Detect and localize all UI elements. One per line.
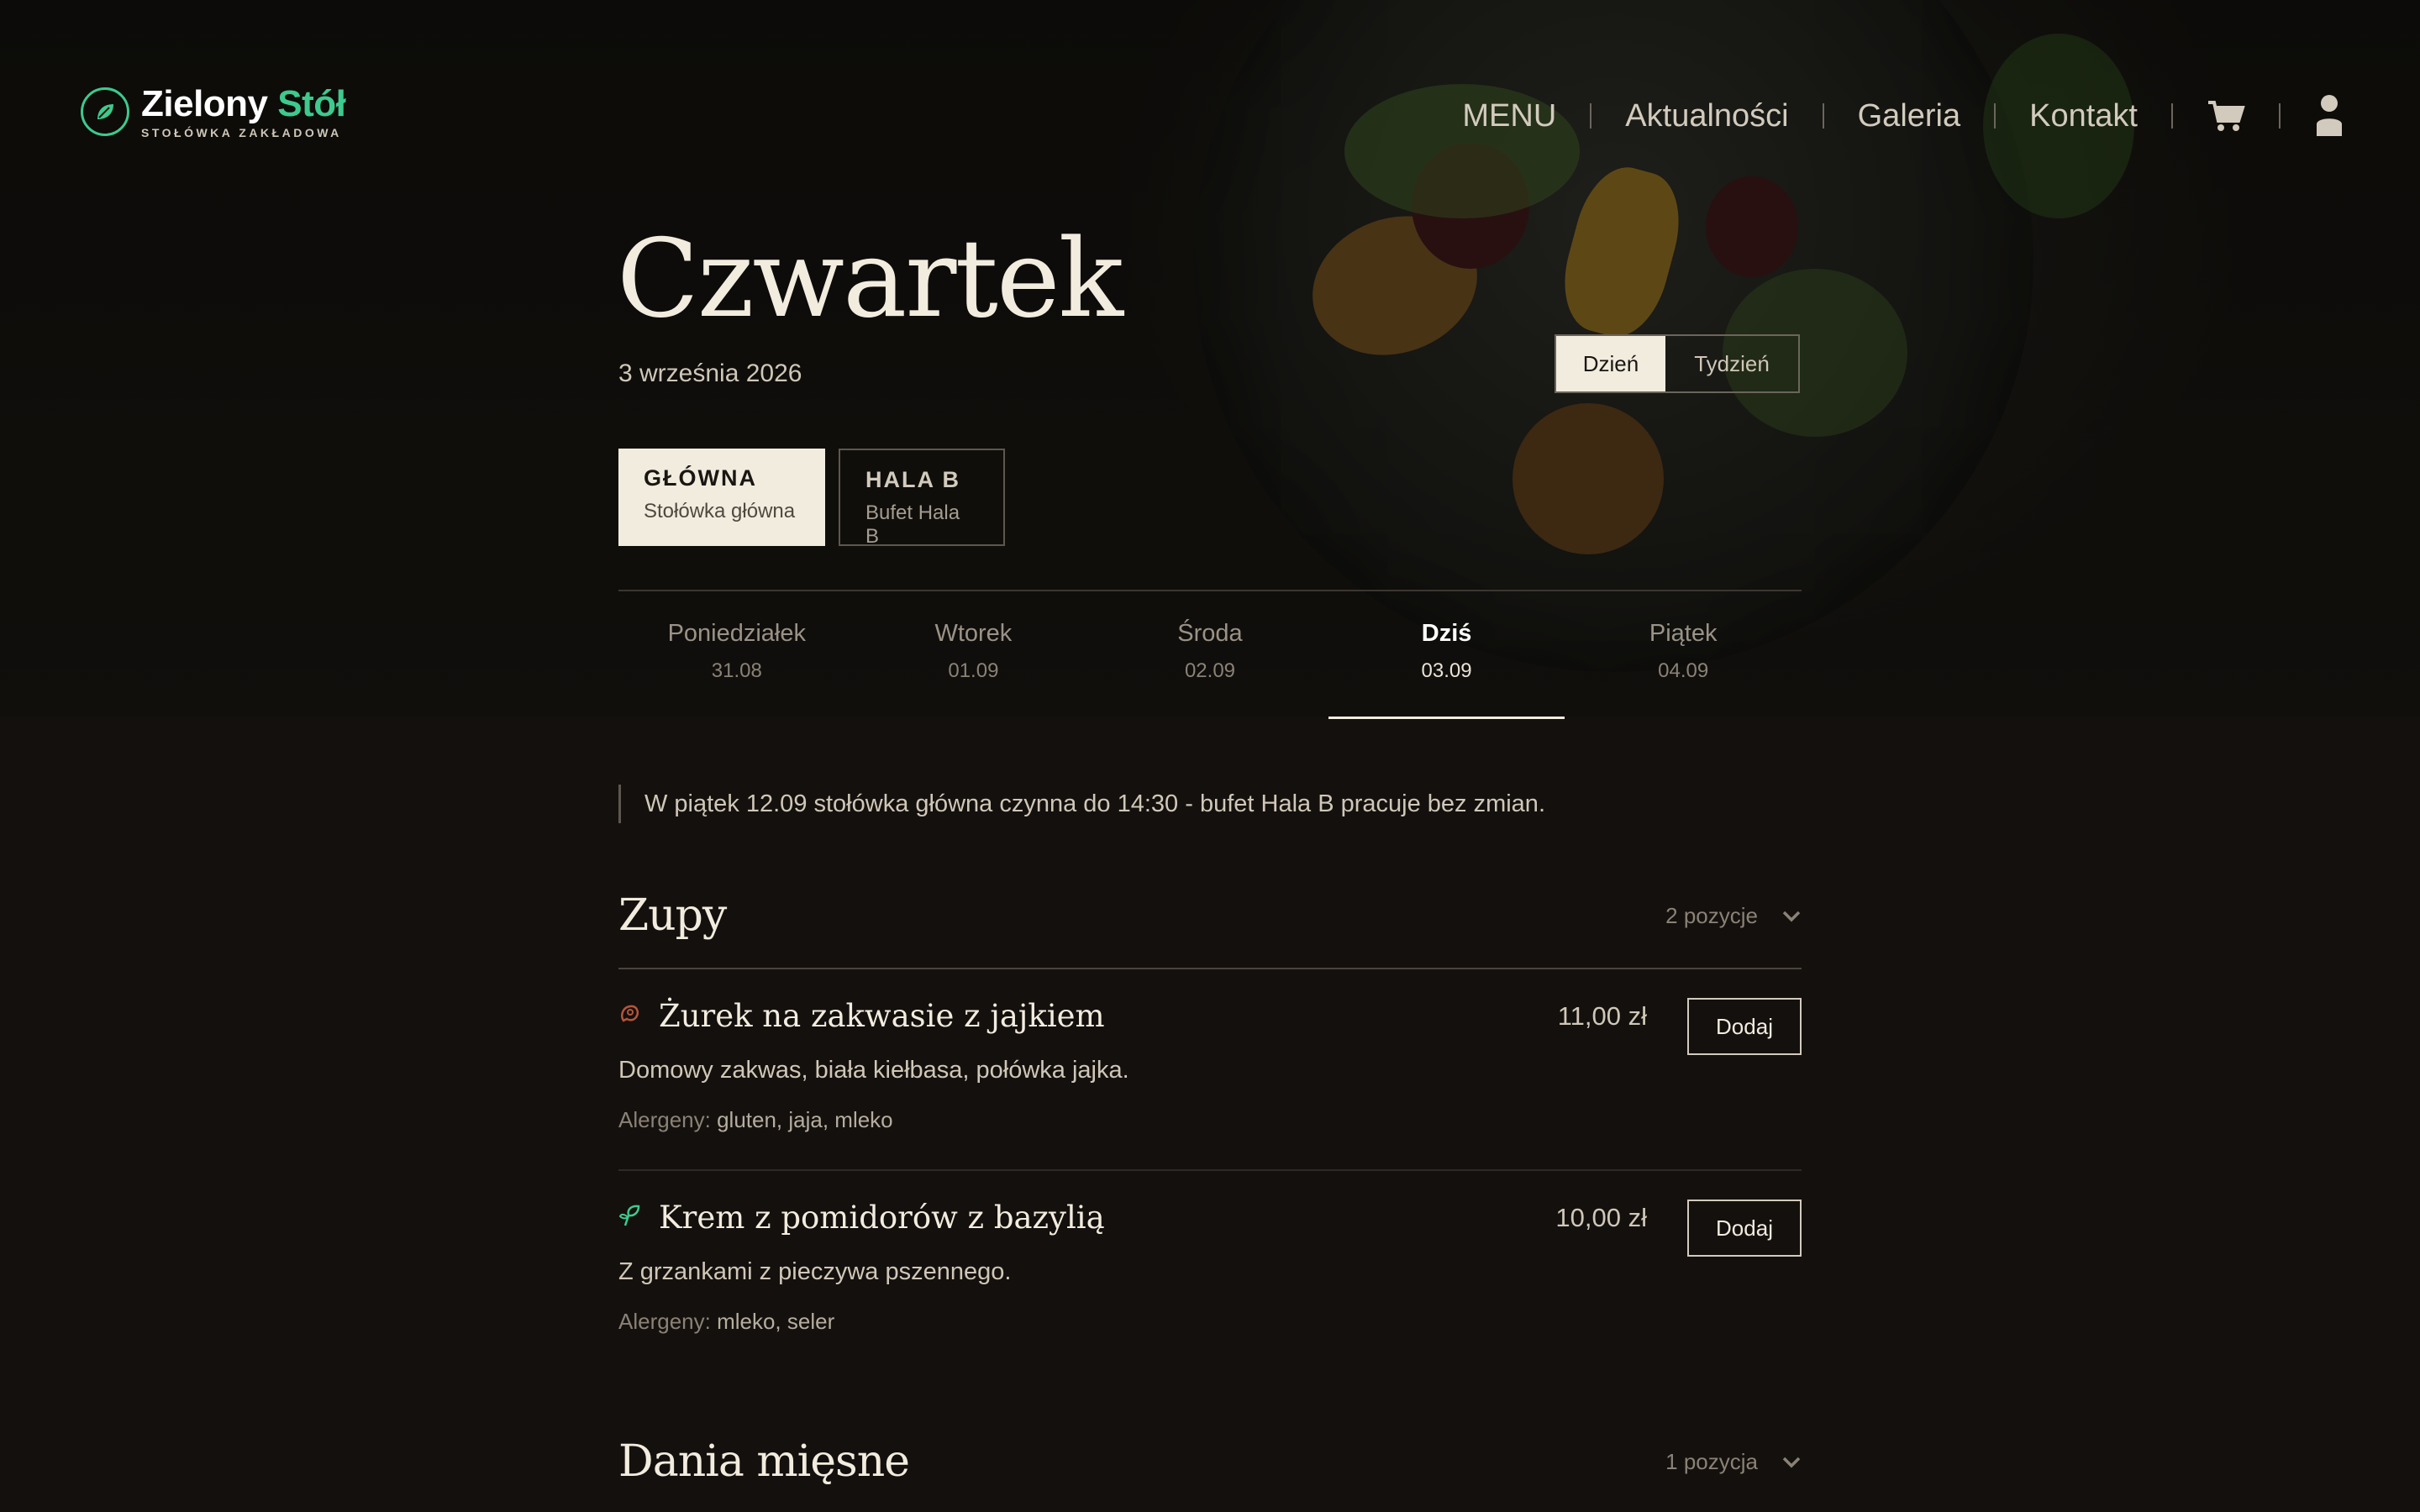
nav-gallery[interactable]: Galeria (1858, 91, 1961, 141)
view-day-button[interactable]: Dzień (1556, 336, 1665, 391)
item-name: Żurek na zakwasie z jajkiem (659, 998, 1105, 1034)
item-divider (618, 1169, 1802, 1171)
main-nav: MENU Aktualności Galeria Kontakt (1462, 91, 2344, 141)
day-date: 04.09 (1658, 659, 1709, 682)
section-count: 2 pozycje (1665, 902, 1758, 928)
day-name: Wtorek (934, 620, 1013, 647)
section-header-soups[interactable]: Zupy 2 pozycje (618, 890, 1802, 941)
tab-tuesday[interactable]: Wtorek 01.09 (855, 591, 1092, 719)
section-title: Dania mięsne (618, 1436, 910, 1487)
chevron-down-icon[interactable] (1781, 1449, 1802, 1475)
section-divider (618, 968, 1802, 969)
item-allergens: Alergeny: mleko, seler (618, 1309, 835, 1334)
day-name: Poniedziałek (667, 620, 807, 647)
location-hall-b-button[interactable]: HALA B Bufet Hala B (839, 449, 1005, 548)
cart-icon[interactable] (2207, 91, 2245, 141)
item-title: Krem z pomidorów z bazylią (618, 1200, 1105, 1236)
day-name: Środa (1177, 620, 1243, 647)
item-name: Krem z pomidorów z bazylią (659, 1200, 1105, 1236)
add-to-cart-button[interactable]: Dodaj (1687, 998, 1802, 1055)
tab-friday[interactable]: Piątek 04.09 (1565, 591, 1802, 719)
item-allergens: Alergeny: gluten, jaja, mleko (618, 1107, 893, 1132)
page-date: 3 września 2026 (618, 360, 802, 387)
brand-name: Zielony Stół (141, 83, 346, 124)
item-price: 11,00 zł (1557, 1001, 1647, 1031)
day-date: 03.09 (1421, 659, 1472, 682)
nav-divider (1994, 103, 1996, 129)
nav-contact[interactable]: Kontakt (2029, 91, 2138, 141)
day-date: 01.09 (948, 659, 999, 682)
section-title: Zupy (618, 890, 727, 941)
day-tabs: Poniedziałek 31.08 Wtorek 01.09 Środa 02.09… (618, 590, 1802, 719)
chevron-down-icon[interactable] (1781, 903, 1802, 929)
tab-today[interactable]: Dziś 03.09 (1328, 591, 1565, 719)
leaf-icon (81, 87, 129, 136)
view-toggle: Dzień Tydzień (1555, 334, 1800, 393)
location-label: Stołówka główna (644, 500, 796, 522)
brand-tagline: STOŁÓWKA ZAKŁADOWA (141, 126, 342, 139)
nav-divider (2171, 103, 2173, 129)
location-label: Bufet Hala B (865, 501, 960, 548)
item-description: Z grzankami z pieczywa pszennego. (618, 1258, 1012, 1285)
day-name: Piątek (1649, 620, 1718, 647)
nav-divider (2279, 103, 2281, 129)
section-count: 1 pozycja (1665, 1448, 1758, 1474)
location-code: HALA B (865, 467, 960, 492)
item-description: Domowy zakwas, biała kiełbasa, połówka j… (618, 1057, 1129, 1084)
add-to-cart-button[interactable]: Dodaj (1687, 1200, 1802, 1257)
section-header-meat[interactable]: Dania mięsne 1 pozycja (618, 1436, 1802, 1487)
item-title: Żurek na zakwasie z jajkiem (618, 998, 1105, 1034)
location-code: GŁÓWNA (644, 465, 757, 491)
nav-divider (1822, 103, 1824, 129)
day-name: Dziś (1421, 620, 1472, 647)
location-main-button[interactable]: GŁÓWNA Stołówka główna (618, 449, 825, 546)
tab-wednesday[interactable]: Środa 02.09 (1092, 591, 1328, 719)
nav-menu[interactable]: MENU (1462, 91, 1556, 141)
info-notice: W piątek 12.09 stołówka główna czynna do… (618, 785, 1545, 823)
day-date: 02.09 (1184, 659, 1236, 682)
vegetarian-leaf-icon (618, 1204, 642, 1231)
nav-divider (1590, 103, 1592, 129)
nav-news[interactable]: Aktualności (1625, 91, 1788, 141)
view-week-button[interactable]: Tydzień (1665, 336, 1798, 391)
tab-monday[interactable]: Poniedziałek 31.08 (618, 591, 855, 719)
page-title: Czwartek (617, 217, 1123, 342)
item-price: 10,00 zł (1555, 1203, 1647, 1232)
brand-logo[interactable]: Zielony Stół STOŁÓWKA ZAKŁADOWA (81, 83, 346, 139)
meat-icon (618, 1002, 642, 1030)
user-icon[interactable] (2314, 91, 2344, 141)
day-date: 31.08 (711, 659, 762, 682)
